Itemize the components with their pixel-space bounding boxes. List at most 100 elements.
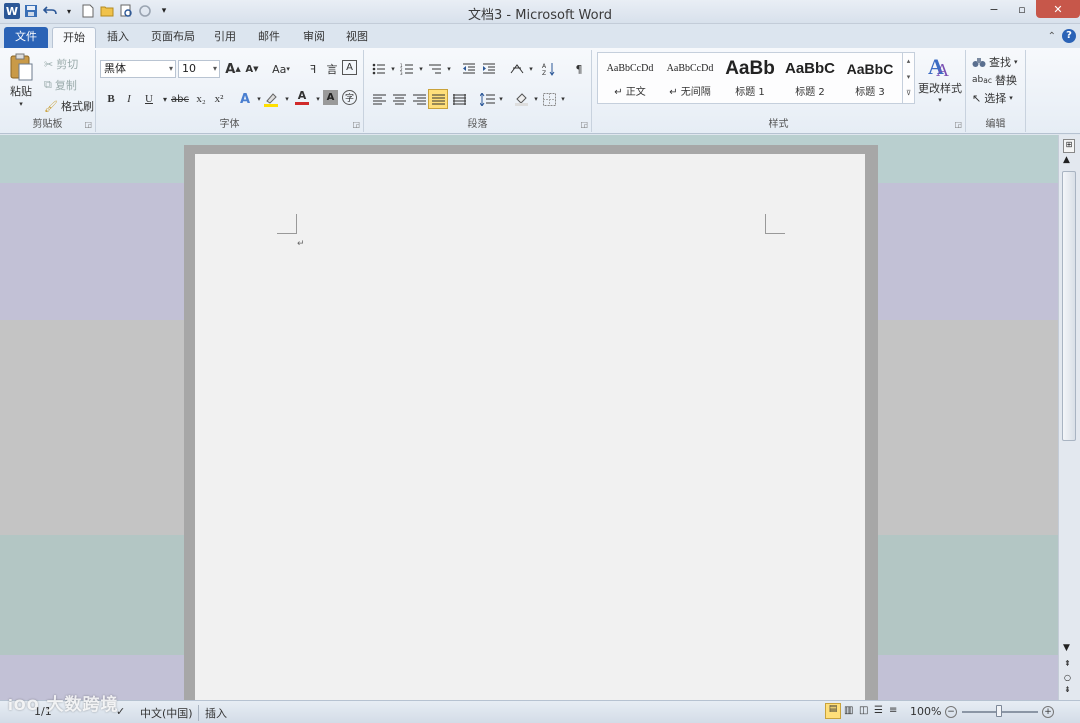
help-icon[interactable]: ? [1062, 29, 1076, 43]
phonetic-guide-icon[interactable]: ꟻ [304, 60, 322, 78]
zoom-level[interactable]: 100% [910, 705, 941, 718]
increase-indent-icon[interactable] [480, 60, 498, 78]
grow-font-icon[interactable]: A ▲ [224, 60, 242, 78]
strikethrough-icon[interactable]: abc [168, 90, 192, 108]
ribbon-collapse-icon[interactable]: ⌃ [1048, 31, 1056, 42]
decrease-indent-icon[interactable] [460, 60, 478, 78]
brush-icon: 🖌 [44, 99, 58, 113]
tab-home[interactable]: 开始 [52, 27, 96, 48]
style-heading-2[interactable]: AaBbC 标题 2 [780, 55, 840, 101]
copy-button[interactable]: ⧉ 复制 [44, 77, 77, 93]
ruler-toggle-icon[interactable]: ⊞ [1063, 139, 1075, 153]
bold-icon[interactable]: B [102, 90, 120, 108]
outline-view-icon[interactable]: ☰ [874, 705, 883, 716]
font-name-combo[interactable]: 黑体 ▾ [100, 60, 176, 78]
gallery-up-icon[interactable]: ▴ [903, 53, 914, 69]
enclosed-character-icon[interactable]: 字 [342, 90, 357, 105]
tab-insert[interactable]: 插入 [97, 27, 139, 48]
paste-icon [8, 52, 34, 82]
print-layout-view-icon[interactable]: ▤ [825, 703, 841, 719]
multilevel-dropdown-icon[interactable]: ▾ [440, 60, 458, 78]
cut-button[interactable]: ✂ 剪切 [44, 56, 78, 72]
font-launcher-icon[interactable]: ◲ [352, 120, 360, 129]
paragraph-group: ▾ 123 ▾ ▾ ▾ AZ ¶ ▾ ▾ ▾ 段落 ◲ [364, 50, 592, 132]
watermark-logo: iOO 大数跨境 [8, 695, 119, 715]
ribbon: 粘贴 ▾ ✂ 剪切 ⧉ 复制 🖌 格式刷 剪贴板 ◲ 黑体 ▾ 10 ▾ A ▲ … [0, 48, 1080, 134]
zoom-out-icon[interactable]: − [945, 706, 957, 718]
style-heading-3[interactable]: AaBbC 标题 3 [840, 55, 900, 101]
minimize-button[interactable]: − [980, 0, 1008, 18]
styles-gallery-scroll[interactable]: ▴ ▾ ⊽ [902, 53, 914, 103]
scroll-thumb[interactable] [1062, 171, 1076, 441]
maximize-button[interactable]: ▫ [1008, 0, 1036, 18]
svg-text:3: 3 [400, 71, 403, 75]
chinese-layout-dropdown-icon[interactable]: ▾ [522, 60, 540, 78]
change-case-icon[interactable]: Aa ▾ [268, 60, 294, 78]
svg-text:A: A [936, 60, 949, 80]
justify-icon[interactable] [428, 89, 448, 109]
clipboard-launcher-icon[interactable]: ◲ [84, 120, 92, 129]
font-size-combo[interactable]: 10 ▾ [178, 60, 220, 78]
clipboard-group: 粘贴 ▾ ✂ 剪切 ⧉ 复制 🖌 格式刷 剪贴板 ◲ [0, 50, 96, 132]
distributed-icon[interactable] [450, 90, 468, 108]
align-left-icon[interactable] [370, 90, 388, 108]
cursor-icon: ↖ [972, 91, 982, 105]
scroll-up-icon[interactable]: ▲ [1063, 155, 1070, 165]
subscript-icon[interactable]: x₂ [192, 90, 210, 108]
title-bar: W ▾ ▾ 文档3 - Microsoft Word − ▫ ✕ [0, 0, 1080, 24]
line-spacing-dropdown-icon[interactable]: ▾ [492, 90, 510, 108]
select-button[interactable]: ↖ 选择 ▾ [972, 90, 1013, 106]
shrink-font-icon[interactable]: A ▼ [243, 60, 261, 78]
align-center-icon[interactable] [390, 90, 408, 108]
document-page[interactable]: ↵ [195, 154, 865, 700]
close-button[interactable]: ✕ [1036, 0, 1080, 18]
ribbon-tabs: 文件 开始 插入 页面布局 引用 邮件 审阅 视图 ⌃ ? [0, 24, 1080, 48]
next-page-icon[interactable]: ⇟ [1064, 685, 1071, 694]
styles-launcher-icon[interactable]: ◲ [954, 120, 962, 129]
tab-review[interactable]: 审阅 [293, 27, 335, 48]
svg-text:Z: Z [542, 70, 546, 76]
vertical-scrollbar[interactable]: ⊞ ▲ ▼ ⇞ ○ ⇟ [1058, 135, 1080, 700]
character-shading-icon[interactable]: A [323, 90, 338, 105]
find-button[interactable]: 查找 ▾ [972, 54, 1018, 70]
full-screen-view-icon[interactable]: ▥ [844, 705, 853, 716]
enclose-characters-icon[interactable]: ⾔ [323, 60, 341, 78]
tab-view[interactable]: 视图 [336, 27, 378, 48]
scroll-down-icon[interactable]: ▼ [1063, 643, 1070, 653]
cut-label: 剪切 [56, 58, 79, 71]
replace-button[interactable]: ab ac 替换 [972, 72, 1017, 88]
browse-object-icon[interactable]: ○ [1064, 673, 1071, 682]
italic-icon[interactable]: I [120, 90, 138, 108]
zoom-in-icon[interactable]: + [1042, 706, 1054, 718]
previous-page-icon[interactable]: ⇞ [1064, 659, 1071, 668]
show-hide-marks-icon[interactable]: ¶ [570, 60, 588, 78]
character-border-icon[interactable]: A [342, 60, 357, 75]
gallery-down-icon[interactable]: ▾ [903, 69, 914, 85]
language-status[interactable]: 中文(中国) [140, 705, 193, 721]
draft-view-icon[interactable]: ≡ [889, 705, 897, 716]
paragraph-launcher-icon[interactable]: ◲ [580, 120, 588, 129]
style-normal[interactable]: AaBbCcDd ↵ 正文 [600, 55, 660, 101]
tab-mailings[interactable]: 邮件 [248, 27, 290, 48]
borders-dropdown-icon[interactable]: ▾ [554, 90, 572, 108]
zoom-slider-thumb[interactable] [996, 705, 1002, 717]
format-painter-button[interactable]: 🖌 格式刷 [44, 98, 94, 114]
superscript-icon[interactable]: x² [210, 90, 228, 108]
tab-page-layout[interactable]: 页面布局 [141, 27, 205, 48]
sort-icon[interactable]: AZ [540, 60, 558, 78]
style-heading-1[interactable]: AaBb 标题 1 [720, 55, 780, 101]
web-layout-view-icon[interactable]: ◫ [859, 705, 868, 716]
insert-mode-status[interactable]: 插入 [198, 705, 227, 721]
gallery-more-icon[interactable]: ⊽ [903, 85, 914, 101]
style-no-spacing[interactable]: AaBbCcDd ↵ 无间隔 [660, 55, 720, 101]
align-right-icon[interactable] [410, 90, 428, 108]
paste-button[interactable]: 粘贴 ▾ [8, 52, 34, 108]
font-name-dropdown-icon: ▾ [168, 64, 173, 73]
tab-references[interactable]: 引用 [204, 27, 246, 48]
replace-icon: ab ac [972, 75, 992, 85]
tab-file[interactable]: 文件 [4, 27, 48, 48]
paragraph-mark: ↵ [297, 239, 305, 249]
scissors-icon: ✂ [44, 57, 54, 71]
font-size-value: 10 [182, 62, 196, 75]
change-styles-button[interactable]: AA 更改样式 ▾ [918, 52, 962, 104]
